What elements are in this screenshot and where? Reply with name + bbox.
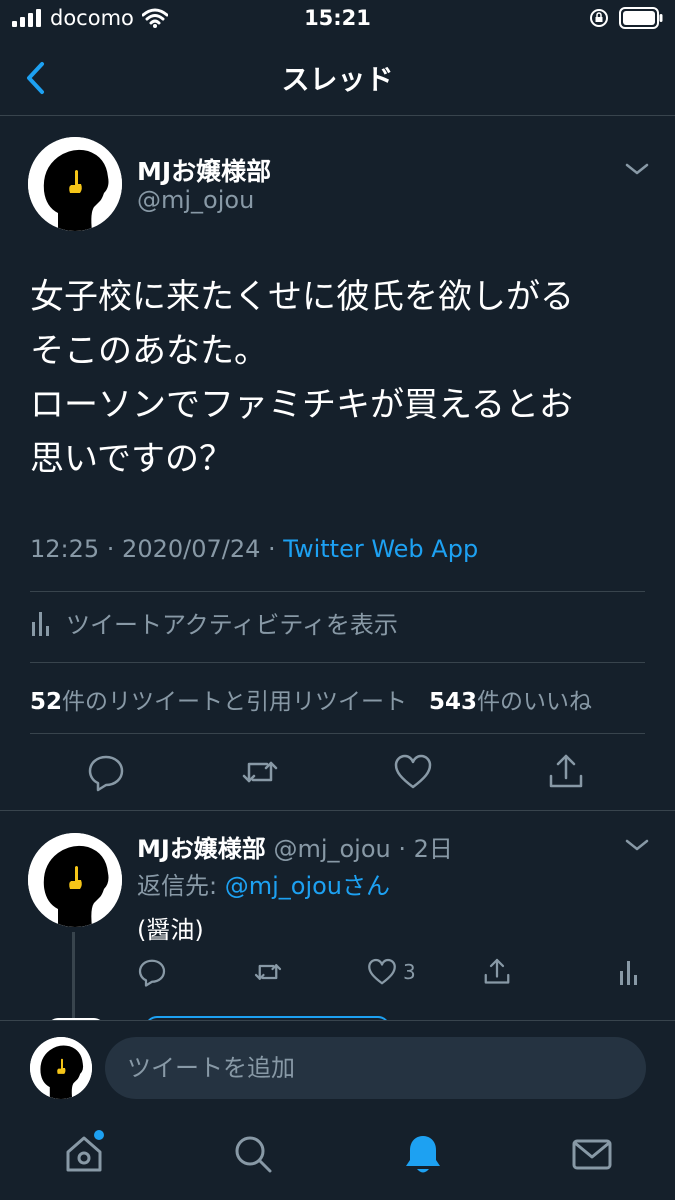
reply-author-name[interactable]: MJお嬢様部	[137, 835, 266, 863]
tweet-stats: 52件のリツイートと引用リツイート 543件のいいね	[30, 682, 592, 716]
tweet-activity-label: ツイートアクティビティを表示	[66, 611, 398, 639]
author-handle[interactable]: @mj_ojou	[137, 186, 254, 214]
share-icon[interactable]	[546, 752, 586, 792]
reply-to-prefix: 返信先:	[137, 872, 225, 900]
retweet-icon[interactable]	[240, 752, 280, 792]
like-stat-label: 件のいいね	[476, 689, 592, 715]
chevron-down-icon[interactable]	[624, 160, 650, 178]
reply-header: MJお嬢様部 @mj_ojou · 2日	[137, 829, 453, 864]
divider	[30, 662, 645, 663]
battery-icon	[619, 7, 663, 29]
tweet-timestamp[interactable]: 12:25 · 2020/07/24 ·	[30, 535, 283, 563]
divider	[30, 591, 645, 592]
stats-icon	[32, 611, 49, 636]
notifications-icon[interactable]	[401, 1132, 445, 1176]
like-icon[interactable]	[393, 752, 433, 792]
tweet-text-line: そこのあなた。	[30, 331, 268, 371]
tweet-action-bar	[0, 752, 675, 796]
reply-icon	[138, 959, 166, 987]
page-title: スレッド	[281, 63, 394, 96]
reply-stats-button[interactable]	[618, 955, 640, 989]
reply-icon[interactable]	[86, 752, 126, 792]
retweet-stat-label: 件のリツイートと引用リツイート	[62, 689, 408, 715]
add-tweet-input[interactable]: ツイートを追加	[105, 1037, 646, 1099]
reply-handle-age[interactable]: @mj_ojou · 2日	[266, 835, 452, 863]
status-bar: docomo 15:21	[0, 0, 675, 40]
share-icon	[484, 958, 510, 984]
reply-to-handle[interactable]: @mj_ojou	[225, 872, 342, 900]
reply-avatar[interactable]	[28, 833, 122, 927]
stats-icon	[620, 961, 637, 985]
retweet-count: 52	[30, 689, 63, 715]
retweet-icon	[254, 964, 282, 980]
retweet-stat[interactable]: 52件のリツイートと引用リツイート	[30, 689, 407, 715]
rotation-lock-icon	[590, 9, 608, 27]
source-app-link[interactable]: Twitter Web App	[283, 535, 478, 563]
chevron-down-icon[interactable]	[624, 836, 650, 854]
divider	[0, 810, 675, 811]
reply-action-bar: 3	[0, 955, 675, 991]
search-icon[interactable]	[231, 1132, 275, 1176]
tweet-meta: 12:25 · 2020/07/24 · Twitter Web App	[30, 535, 478, 563]
reply-to-line: 返信先: @mj_ojouさん	[137, 866, 390, 901]
status-right	[589, 7, 663, 29]
reply-to-suffix: さん	[342, 872, 391, 900]
like-icon	[368, 958, 396, 985]
tweet-activity-link[interactable]: ツイートアクティビティを表示	[30, 605, 398, 640]
reply-like-button[interactable]: 3	[367, 955, 416, 989]
home-notification-dot	[94, 1130, 104, 1140]
messages-icon[interactable]	[570, 1132, 614, 1176]
reply-like-count: 3	[403, 960, 416, 984]
reply-reply-button[interactable]	[137, 955, 167, 989]
tweet-text-line: 女子校に来たくせに彼氏を欲しがる	[30, 277, 574, 317]
divider	[30, 733, 645, 734]
like-stat[interactable]: 543件のいいね	[429, 689, 592, 715]
tweet-text-line: 思いですの？	[30, 439, 233, 479]
tweet-text: 女子校に来たくせに彼氏を欲しがる そこのあなた。 ローソンでファミチキが買えると…	[30, 270, 650, 486]
author-name[interactable]: MJお嬢様部	[137, 152, 271, 188]
navigation-bar: スレッド	[0, 40, 675, 116]
like-count: 543	[428, 689, 477, 715]
reply-text: (醤油)	[137, 916, 204, 944]
reply-share-button[interactable]	[482, 955, 512, 989]
reply-retweet-button[interactable]	[252, 955, 284, 989]
status-time: 15:21	[304, 6, 371, 30]
my-avatar[interactable]	[30, 1037, 92, 1099]
author-avatar[interactable]	[28, 137, 122, 231]
tweet-text-line: ローソンでファミチキが買えるとお	[30, 385, 573, 425]
